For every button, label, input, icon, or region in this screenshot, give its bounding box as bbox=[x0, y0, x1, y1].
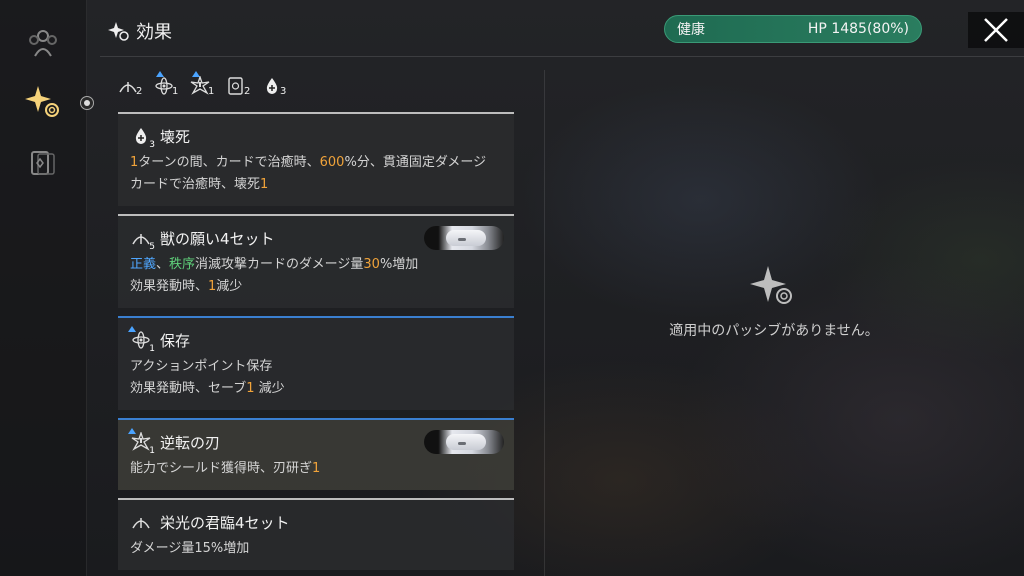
party-tab-button[interactable] bbox=[22, 22, 64, 64]
effect-card[interactable]: 3 壊死 1 ターンの間、カードで治癒時、600%分、貫通固定ダメージ カードで治… bbox=[118, 112, 514, 206]
effect-description: 1 ターンの間、カードで治癒時、600%分、貫通固定ダメージ カードで治癒時、壊死… bbox=[130, 152, 502, 196]
close-icon bbox=[984, 18, 1008, 42]
effect-tab-button[interactable] bbox=[22, 80, 64, 122]
effect-card[interactable]: 1 逆転の刃 能力でシールド獲得時、刃研ぎ1 bbox=[118, 418, 514, 490]
desc-text: 効果発動時、セーブ bbox=[130, 381, 247, 396]
desc-text: カードで治癒時、壊死 bbox=[130, 177, 261, 192]
desc-text: アクションポイント保存 bbox=[130, 359, 273, 374]
upgrade-arrow-icon bbox=[156, 71, 164, 77]
leaf-icon bbox=[132, 234, 150, 245]
desc-text: 能力でシールド獲得時、刃研ぎ bbox=[130, 461, 313, 476]
save-icon-box: 1 bbox=[128, 326, 155, 354]
deck-tab-button[interactable] bbox=[22, 142, 64, 184]
stack-chip[interactable]: 1 bbox=[190, 71, 220, 98]
effect-description: 正義、秩序消滅攻撃カードのダメージ量30%増加 効果発動時、1減少 bbox=[130, 254, 502, 298]
panel-divider bbox=[544, 70, 545, 576]
atom-icon bbox=[132, 331, 150, 349]
character-portrait bbox=[424, 430, 504, 454]
sparkle-icon bbox=[25, 86, 59, 117]
desc-text: ターンの間、カードで治癒時、 bbox=[138, 155, 320, 170]
effect-card[interactable]: 5 獣の願い4セット 正義、秩序消滅攻撃カードのダメージ量30%増加 効果発動時… bbox=[118, 214, 514, 308]
stack-chip[interactable]: 1 bbox=[154, 71, 184, 98]
effect-stack-summary: 2 1 1 2 3 bbox=[118, 71, 292, 100]
hp-value: HP 1485(80%) bbox=[807, 21, 909, 37]
stack-count: 3 bbox=[280, 86, 287, 97]
desc-text: 効果発動時、 bbox=[130, 279, 209, 294]
effect-card[interactable]: 栄光の君臨4セット ダメージ量15%増加 bbox=[118, 498, 514, 570]
drop-icon bbox=[266, 78, 278, 94]
effect-title: 壊死 bbox=[160, 127, 191, 146]
upgrade-arrow-icon bbox=[128, 326, 136, 332]
empty-message: 適用中のパッシブがありません。 bbox=[669, 323, 879, 339]
desc-text: 減少 bbox=[216, 279, 243, 294]
desc-text: 減少 bbox=[254, 381, 285, 396]
sparkle-icon bbox=[108, 22, 129, 41]
upgrade-arrow-icon bbox=[192, 71, 200, 77]
stack-count: 5 bbox=[149, 242, 155, 252]
highlight-value: 600 bbox=[319, 155, 345, 170]
stack-count: 1 bbox=[149, 446, 155, 456]
highlight-value: 30 bbox=[363, 257, 380, 272]
stack-count: 1 bbox=[208, 86, 215, 97]
party-icon bbox=[29, 30, 57, 57]
title-group: 効果 bbox=[108, 18, 172, 44]
hp-status-bar: 健康 HP 1485(80%) bbox=[664, 15, 922, 43]
highlight-value: 1 bbox=[260, 177, 269, 192]
burst-icon bbox=[190, 76, 210, 95]
header-bar: 効果 健康 HP 1485(80%) bbox=[100, 0, 1024, 57]
desc-text: ダメージ量15%増加 bbox=[130, 541, 250, 556]
side-rail bbox=[0, 0, 94, 576]
close-button[interactable] bbox=[968, 12, 1024, 48]
burst-icon bbox=[131, 432, 151, 451]
effect-title: 保存 bbox=[160, 331, 191, 350]
character-portrait bbox=[424, 226, 504, 250]
drop-icon bbox=[135, 128, 147, 144]
passive-empty-state: 適用中のパッシブがありません。 bbox=[546, 262, 1002, 340]
stack-count: 2 bbox=[136, 86, 143, 97]
leaf-icon bbox=[119, 82, 137, 93]
necrosis-icon-box: 3 bbox=[130, 125, 155, 150]
effect-list[interactable]: 3 壊死 1 ターンの間、カードで治癒時、600%分、貫通固定ダメージ カードで治… bbox=[118, 112, 514, 576]
stack-count: 1 bbox=[172, 86, 179, 97]
effect-description: アクションポイント保存 効果発動時、セーブ1 減少 bbox=[130, 356, 502, 400]
upgrade-arrow-icon bbox=[128, 428, 136, 434]
effect-title: 獣の願い4セット bbox=[160, 229, 275, 248]
stack-chip[interactable]: 2 bbox=[118, 74, 148, 98]
card-icon bbox=[228, 77, 243, 95]
leaf-icon bbox=[132, 518, 150, 529]
effect-description: 能力でシールド獲得時、刃研ぎ1 bbox=[130, 458, 502, 480]
active-tab-indicator bbox=[80, 96, 94, 110]
desc-text: %増加 bbox=[379, 257, 419, 272]
blade-icon-box: 1 bbox=[128, 428, 155, 456]
set-icon-box: 5 bbox=[130, 227, 155, 252]
effect-card[interactable]: 1 保存 アクションポイント保存 効果発動時、セーブ1 減少 bbox=[118, 316, 514, 410]
page-title: 効果 bbox=[136, 22, 172, 43]
keyword-order: 秩序 bbox=[169, 257, 196, 272]
atom-icon bbox=[155, 77, 173, 95]
effect-title: 栄光の君臨4セット bbox=[160, 513, 290, 532]
stack-count: 3 bbox=[149, 140, 155, 150]
stack-chip[interactable]: 3 bbox=[262, 74, 292, 98]
effect-title: 逆転の刃 bbox=[160, 433, 221, 452]
hp-status-label: 健康 bbox=[677, 22, 705, 38]
sparkle-icon bbox=[750, 266, 792, 304]
set-icon-box bbox=[130, 511, 152, 533]
desc-text: 消滅攻撃カードのダメージ量 bbox=[195, 257, 364, 272]
cards-icon bbox=[31, 151, 55, 175]
highlight-value: 1 bbox=[246, 381, 255, 396]
stack-count: 1 bbox=[149, 344, 155, 354]
stack-count: 2 bbox=[244, 86, 251, 97]
stack-chip[interactable]: 2 bbox=[226, 74, 256, 98]
desc-text: %分、貫通固定ダメージ bbox=[344, 155, 487, 170]
keyword-justice: 正義 bbox=[130, 257, 157, 272]
desc-text: 、 bbox=[156, 257, 170, 272]
effect-description: ダメージ量15%増加 bbox=[130, 538, 502, 560]
highlight-value: 1 bbox=[312, 461, 321, 476]
